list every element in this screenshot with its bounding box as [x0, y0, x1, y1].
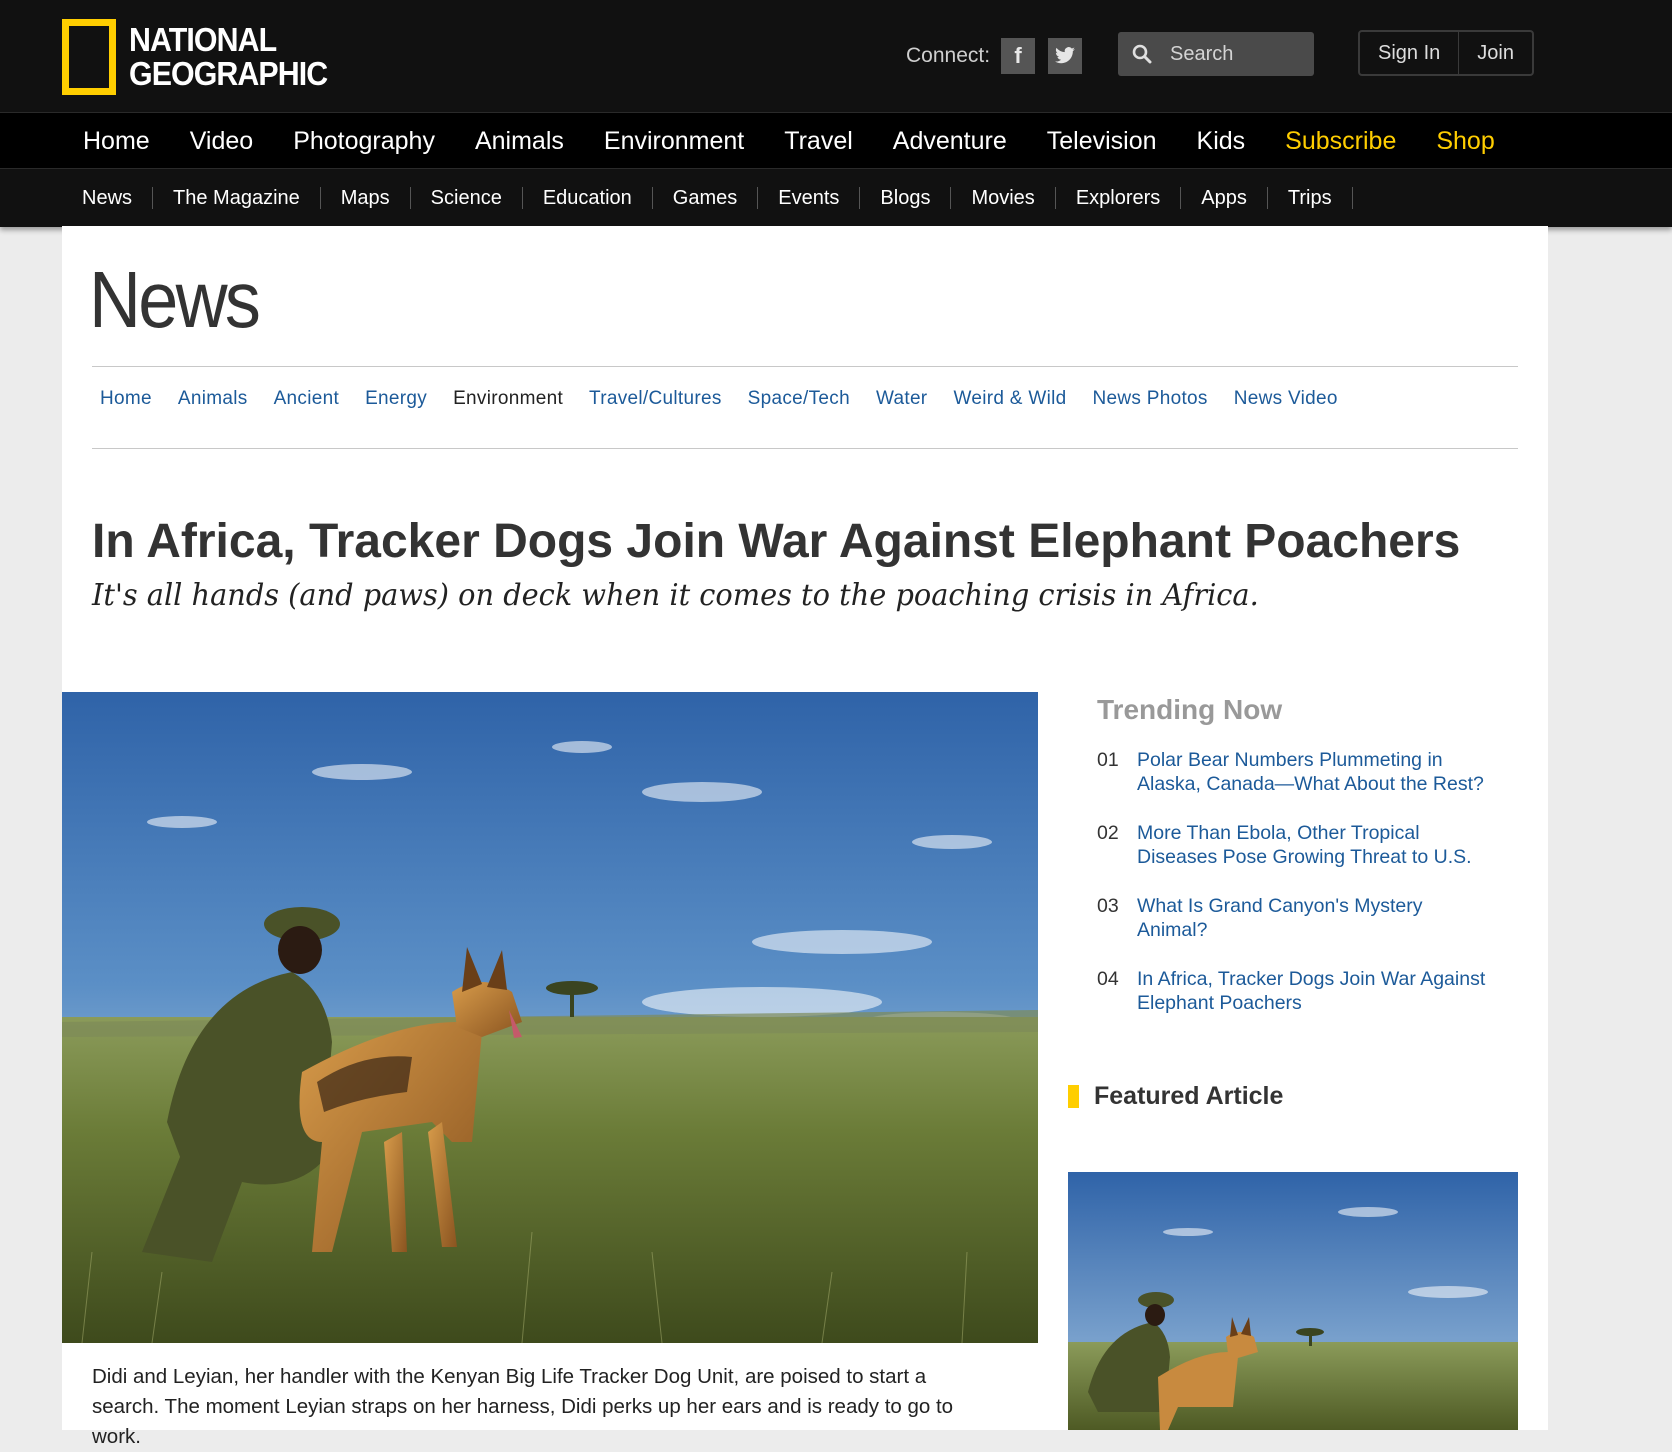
top-bar: NATIONAL GEOGRAPHIC Connect: f Search Si… — [0, 0, 1672, 112]
sub-nav-science[interactable]: Science — [431, 187, 523, 209]
natgeo-logo[interactable]: NATIONAL GEOGRAPHIC — [62, 18, 345, 96]
sub-nav-maps[interactable]: Maps — [341, 187, 411, 209]
section-nav-energy[interactable]: Energy — [365, 388, 427, 410]
trending-number: 01 — [1097, 749, 1119, 771]
trending-link[interactable]: More Than Ebola, Other Tropical Diseases… — [1137, 821, 1497, 869]
main-nav-adventure[interactable]: Adventure — [893, 127, 1007, 156]
search-input[interactable]: Search — [1118, 32, 1314, 76]
main-nav-shop[interactable]: Shop — [1436, 127, 1494, 156]
content-panel: News Home Animals Ancient Energy Environ… — [62, 226, 1548, 1448]
connect-label: Connect: — [906, 44, 991, 67]
section-nav-news-video[interactable]: News Video — [1234, 388, 1338, 410]
main-nav-animals[interactable]: Animals — [475, 127, 564, 156]
trending-item: 01 Polar Bear Numbers Plummeting in Alas… — [1097, 748, 1517, 796]
trending-link[interactable]: Polar Bear Numbers Plummeting in Alaska,… — [1137, 748, 1497, 796]
section-nav-home[interactable]: Home — [100, 388, 152, 410]
section-nav: Home Animals Ancient Energy Environment … — [100, 388, 1364, 410]
section-nav-travel-cultures[interactable]: Travel/Cultures — [589, 388, 722, 410]
article-headline: In Africa, Tracker Dogs Join War Against… — [92, 515, 1461, 568]
logo-yellow-border — [62, 19, 116, 95]
trending-item: 04 In Africa, Tracker Dogs Join War Agai… — [1097, 967, 1517, 1015]
trending-link[interactable]: What Is Grand Canyon's Mystery Animal? — [1137, 894, 1497, 942]
photo-caption: Didi and Leyian, her handler with the Ke… — [92, 1365, 954, 1448]
sub-nav: News The Magazine Maps Science Education… — [0, 168, 1672, 227]
featured-heading: Featured Article — [1068, 1082, 1283, 1111]
logo-line-1: NATIONAL — [129, 21, 277, 58]
twitter-icon[interactable] — [1048, 38, 1083, 74]
trending-number: 02 — [1097, 822, 1119, 844]
search-icon — [1132, 44, 1162, 64]
logo-line-2: GEOGRAPHIC — [129, 55, 328, 92]
sub-nav-apps[interactable]: Apps — [1201, 187, 1268, 209]
featured-accent-bar — [1068, 1085, 1079, 1108]
trending-link[interactable]: In Africa, Tracker Dogs Join War Against… — [1137, 967, 1497, 1015]
join-button[interactable]: Join — [1458, 32, 1532, 74]
divider — [92, 448, 1518, 449]
facebook-icon[interactable]: f — [1001, 38, 1036, 74]
main-nav-home[interactable]: Home — [83, 127, 150, 156]
main-nav-video[interactable]: Video — [190, 127, 254, 156]
article-dek: It's all hands (and paws) on deck when i… — [92, 578, 1259, 613]
section-nav-ancient[interactable]: Ancient — [274, 388, 339, 410]
sub-nav-news[interactable]: News — [82, 187, 154, 209]
featured-article-thumbnail[interactable] — [1068, 1172, 1518, 1430]
section-nav-space-tech[interactable]: Space/Tech — [748, 388, 850, 410]
trending-number: 04 — [1097, 968, 1119, 990]
section-title: News — [89, 255, 261, 344]
connect-group: Connect: f — [906, 38, 1083, 74]
sub-nav-education[interactable]: Education — [543, 187, 653, 209]
hero-photo[interactable] — [62, 692, 1038, 1343]
trending-list: 01 Polar Bear Numbers Plummeting in Alas… — [1097, 748, 1517, 1040]
sub-nav-events[interactable]: Events — [778, 187, 861, 209]
main-nav-travel[interactable]: Travel — [784, 127, 853, 156]
main-nav-photography[interactable]: Photography — [293, 127, 435, 156]
trending-item: 02 More Than Ebola, Other Tropical Disea… — [1097, 821, 1517, 869]
trending-title: Trending Now — [1097, 694, 1283, 725]
divider — [92, 366, 1518, 367]
section-nav-environment[interactable]: Environment — [453, 388, 563, 410]
auth-group: Sign In Join — [1358, 30, 1534, 76]
section-nav-animals[interactable]: Animals — [178, 388, 248, 410]
section-nav-news-photos[interactable]: News Photos — [1092, 388, 1207, 410]
trending-number: 03 — [1097, 895, 1119, 917]
main-nav-kids[interactable]: Kids — [1197, 127, 1246, 156]
sub-nav-magazine[interactable]: The Magazine — [173, 187, 321, 209]
sub-nav-games[interactable]: Games — [673, 187, 759, 209]
featured-title: Featured Article — [1094, 1082, 1284, 1110]
main-nav-subscribe[interactable]: Subscribe — [1285, 127, 1396, 156]
main-nav-environment[interactable]: Environment — [604, 127, 744, 156]
sign-in-button[interactable]: Sign In — [1360, 32, 1458, 74]
trending-item: 03 What Is Grand Canyon's Mystery Animal… — [1097, 894, 1517, 942]
section-nav-weird-wild[interactable]: Weird & Wild — [953, 388, 1066, 410]
main-nav: Home Video Photography Animals Environme… — [0, 112, 1672, 169]
sub-nav-trips[interactable]: Trips — [1288, 187, 1353, 209]
search-placeholder: Search — [1170, 42, 1234, 65]
main-nav-television[interactable]: Television — [1047, 127, 1157, 156]
sub-nav-movies[interactable]: Movies — [971, 187, 1056, 209]
section-nav-water[interactable]: Water — [876, 388, 927, 410]
sub-nav-explorers[interactable]: Explorers — [1076, 187, 1182, 209]
sub-nav-blogs[interactable]: Blogs — [880, 187, 952, 209]
